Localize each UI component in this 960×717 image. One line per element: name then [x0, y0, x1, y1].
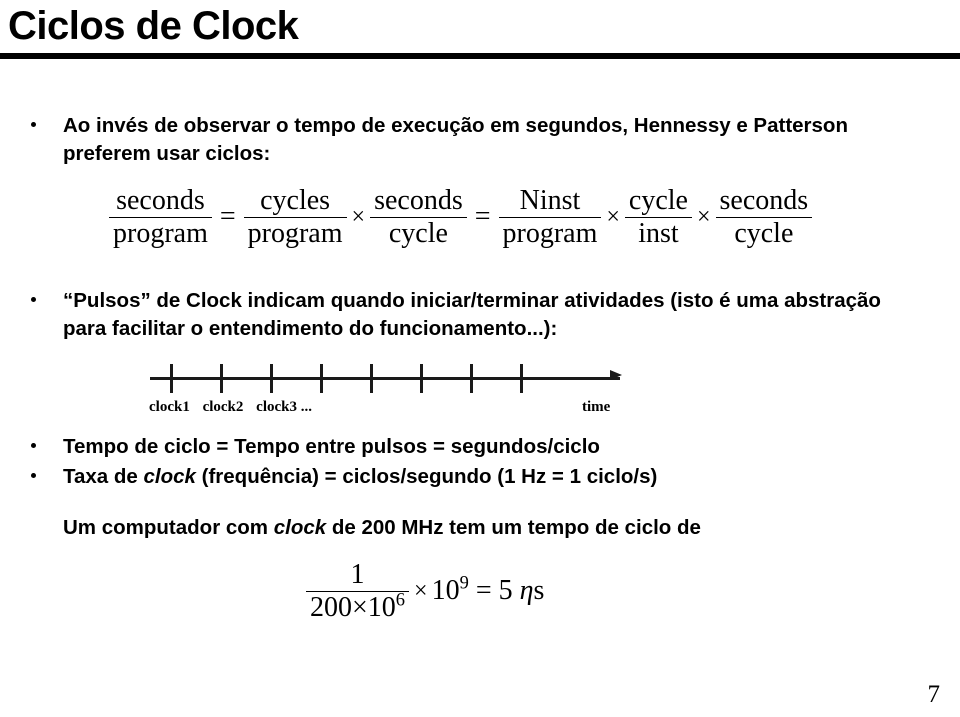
clock-label-2: clock2	[202, 399, 244, 415]
clock-tick	[270, 364, 273, 393]
equals-sign-1: =	[219, 201, 236, 233]
fraction-numerator: cycle	[628, 185, 688, 216]
clock-tick	[370, 364, 373, 393]
clock-tick	[420, 364, 423, 393]
multiply-sign-1: ×	[351, 203, 366, 230]
power-exponent: 9	[459, 573, 469, 594]
bullet-dot-icon	[31, 473, 36, 478]
bullet-dot-icon	[31, 122, 36, 127]
bullet-item-4: Taxa de clock (frequência) = ciclos/segu…	[31, 463, 911, 491]
result-value: 5 ηs	[499, 575, 545, 607]
fraction-denominator: cycle	[388, 218, 448, 250]
fraction-ninst-program: Ninst program	[498, 185, 602, 250]
result-unit: s	[533, 575, 545, 607]
clock-label-1: clock1	[149, 399, 190, 415]
bullet-item-3-label: Tempo de ciclo = Tempo entre pulsos = se…	[63, 435, 600, 458]
power-base: 10	[431, 575, 460, 607]
multiply-sign: ×	[414, 577, 428, 604]
fraction-cycle-inst: cycle inst	[624, 185, 692, 250]
clock-tick	[320, 364, 323, 393]
example-statement-emphasis: clock	[273, 516, 327, 539]
clock-tick	[470, 364, 473, 393]
fraction-seconds-cycle-1: seconds cycle	[370, 186, 467, 249]
fraction-denominator: 200×106	[306, 589, 409, 624]
multiply-sign-3: ×	[696, 203, 711, 230]
fraction-numerator: seconds	[116, 185, 205, 216]
fraction-seconds-cycle-2: seconds cycle	[715, 185, 813, 250]
bullet-item-2: “Pulsos” de Clock indicam quando iniciar…	[31, 287, 911, 343]
equation-cycle-time: 1 200×106 × 109 = 5 ηs	[305, 560, 544, 623]
page-number: 7	[927, 681, 941, 708]
clock-timeline-figure: clock1 clock2 clock3 ... time	[140, 358, 640, 418]
result-number: 5	[498, 575, 520, 607]
eta-symbol: η	[519, 575, 534, 607]
fraction-denominator: program	[502, 218, 598, 250]
fraction-numerator: cycles	[260, 185, 331, 216]
bullet-item-4-label: Taxa de clock (frequência) = ciclos/segu…	[63, 463, 911, 491]
bullet-item-1-label: Ao invés de observar o tempo de execução…	[63, 114, 848, 165]
fraction-denominator: cycle	[734, 218, 794, 250]
fraction-denominator: program	[247, 218, 343, 250]
example-statement-suffix: de 200 MHz tem um tempo de ciclo de	[326, 516, 701, 539]
clock-label-3: clock3 ...	[256, 399, 312, 415]
clock-tick	[170, 364, 173, 393]
fraction-numerator: 1	[350, 559, 365, 590]
fraction-numerator: seconds	[719, 185, 809, 216]
power-of-ten: 109	[431, 573, 469, 607]
fraction-numerator: seconds	[374, 185, 463, 216]
equals-sign-2: =	[474, 201, 491, 233]
denominator-exponent: 6	[395, 589, 406, 610]
bullet-item-4-prefix: Taxa de	[63, 465, 144, 488]
denominator-base: 200×10	[310, 592, 396, 624]
example-statement-prefix: Um computador com	[63, 516, 274, 539]
bullet-item-2-label: “Pulsos” de Clock indicam quando iniciar…	[63, 289, 881, 340]
time-axis-label: time	[582, 399, 611, 415]
equation-cpu-time: seconds program = cycles program × secon…	[108, 186, 813, 249]
example-statement: Um computador com clock de 200 MHz tem u…	[63, 514, 701, 542]
equals-sign: =	[475, 575, 492, 607]
bullet-item-4-suffix: (frequência) = ciclos/segundo (1 Hz = 1 …	[195, 465, 658, 488]
bullet-item-3: Tempo de ciclo = Tempo entre pulsos = se…	[31, 433, 911, 461]
clock-tick-labels: clock1 clock2 clock3 ...	[149, 399, 321, 416]
title-divider	[0, 53, 960, 59]
timeline-arrow-icon	[610, 370, 622, 380]
bullet-dot-icon	[31, 443, 36, 448]
fraction-denominator: inst	[638, 218, 679, 250]
fraction-one-over-frequency: 1 200×106	[306, 559, 410, 624]
fraction-seconds-program: seconds program	[109, 186, 212, 249]
fraction-cycles-program: cycles program	[243, 185, 347, 250]
bullet-item-1: Ao invés de observar o tempo de execução…	[31, 112, 911, 168]
fraction-denominator: program	[113, 218, 208, 250]
slide-canvas: Ciclos de Clock Ao invés de observar o t…	[0, 0, 960, 717]
bullet-item-4-emphasis: clock	[143, 465, 196, 488]
multiply-sign-2: ×	[606, 203, 620, 230]
page-title: Ciclos de Clock	[8, 4, 299, 48]
bullet-dot-icon	[31, 297, 36, 302]
fraction-numerator: Ninst	[519, 185, 581, 216]
clock-tick	[220, 364, 223, 393]
clock-tick	[520, 364, 523, 393]
